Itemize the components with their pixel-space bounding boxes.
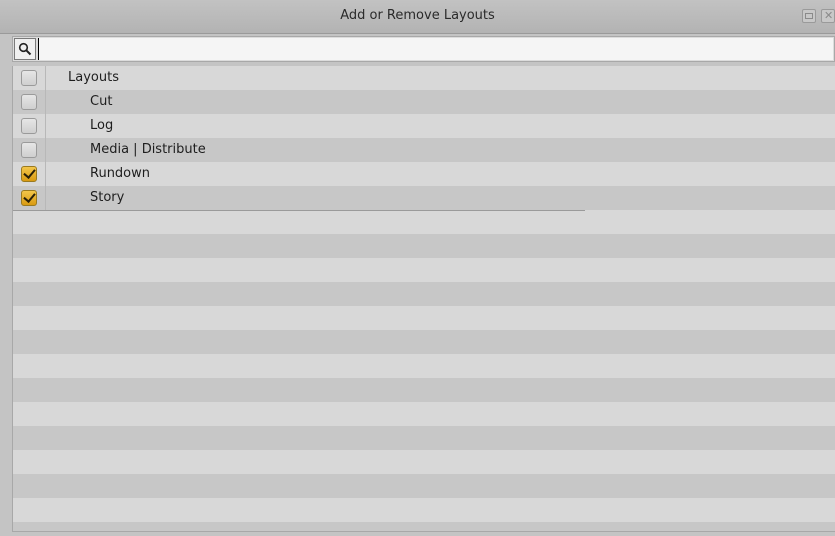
layouts-tree-list: Layouts Cut Log Media | Distribute Rundo…: [12, 66, 835, 532]
tree-item-label: Layouts: [68, 70, 119, 85]
column-divider: [45, 186, 46, 210]
close-icon[interactable]: ✕: [821, 9, 835, 23]
add-remove-layouts-window: Add or Remove Layouts ✕ Layouts Cut Log: [0, 0, 835, 536]
column-divider: [45, 66, 46, 90]
column-divider: [45, 138, 46, 162]
checkbox-log[interactable]: [21, 118, 37, 134]
column-divider: [45, 114, 46, 138]
tree-row-cut[interactable]: Cut: [13, 90, 835, 114]
tree-item-label: Media | Distribute: [90, 142, 206, 157]
tree-item-label: Rundown: [90, 166, 151, 181]
column-divider: [45, 90, 46, 114]
window-title: Add or Remove Layouts: [340, 8, 495, 23]
tree-row-layouts[interactable]: Layouts: [13, 66, 835, 90]
checkbox-cut[interactable]: [21, 94, 37, 110]
checkbox-media-distribute[interactable]: [21, 142, 37, 158]
tree-row-log[interactable]: Log: [13, 114, 835, 138]
checkbox-story[interactable]: [21, 190, 37, 206]
tree-item-label: Cut: [90, 94, 113, 109]
restore-window-icon[interactable]: [802, 9, 816, 23]
column-divider: [45, 162, 46, 186]
checkbox-rundown[interactable]: [21, 166, 37, 182]
tree-item-label: Story: [90, 190, 125, 205]
tree-row-media-distribute[interactable]: Media | Distribute: [13, 138, 835, 162]
tree-row-rundown[interactable]: Rundown: [13, 162, 835, 186]
search-icon[interactable]: [14, 38, 36, 60]
title-bar[interactable]: Add or Remove Layouts ✕: [0, 0, 835, 34]
search-input[interactable]: [38, 38, 833, 60]
tree-row-story[interactable]: Story: [13, 186, 585, 211]
tree-item-label: Log: [90, 118, 114, 133]
checkbox-layouts[interactable]: [21, 70, 37, 86]
search-bar: [12, 36, 835, 62]
